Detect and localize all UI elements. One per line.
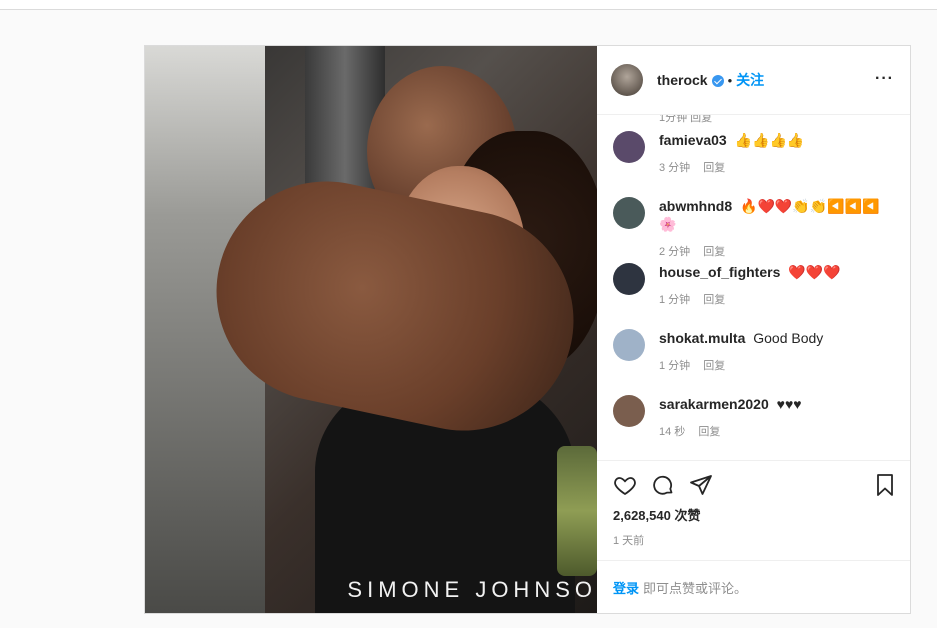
comment-text: ♥♥♥ xyxy=(776,396,802,412)
post-photo[interactable]: SIMONE JOHNSO xyxy=(145,46,597,613)
comment-avatar[interactable] xyxy=(613,329,645,361)
comment-item: shokat.multa Good Body 1 分钟 回复 xyxy=(613,329,894,379)
comment-age: 3 分钟 xyxy=(659,162,691,174)
post-card: SIMONE JOHNSO therock • 关注 ··· 1分钟 回复 fa… xyxy=(144,45,911,614)
comment-avatar[interactable] xyxy=(613,263,645,295)
comment-icon[interactable] xyxy=(651,473,675,497)
login-prompt: 登录 即可点赞或评论。 xyxy=(597,560,910,613)
follow-button[interactable]: 关注 xyxy=(736,70,764,90)
post-actions: 2,628,540 次赞 1 天前 xyxy=(597,460,910,560)
comment-item: sarakarmen2020 ♥♥♥ 14 秒 回复 xyxy=(613,395,894,445)
comment-age: 1 分钟 xyxy=(659,360,691,372)
comment-text: Good Body xyxy=(753,330,824,346)
photo-caption: SIMONE JOHNSO xyxy=(347,577,597,602)
login-link[interactable]: 登录 xyxy=(613,578,639,597)
post-header: therock • 关注 ··· xyxy=(597,46,910,115)
comment-age: 2 分钟 xyxy=(659,246,691,258)
comment-item: abwmhnd8 🔥❤️❤️👏👏◀️◀️◀️🌸 2 分钟 回复 xyxy=(613,197,894,258)
comment-text: ❤️❤️❤️ xyxy=(788,264,841,280)
owner-username[interactable]: therock xyxy=(657,72,708,88)
reply-button[interactable]: 回复 xyxy=(703,162,725,174)
bookmark-icon[interactable] xyxy=(874,473,896,497)
post-side-panel: therock • 关注 ··· 1分钟 回复 famieva03 👍👍👍👍 3… xyxy=(597,46,910,613)
comment-username[interactable]: sarakarmen2020 xyxy=(659,396,769,412)
separator-dot: • xyxy=(727,72,733,88)
comment-avatar[interactable] xyxy=(613,197,645,229)
comment-text: 👍👍👍👍 xyxy=(734,132,805,148)
likes-count[interactable]: 2,628,540 次赞 xyxy=(613,505,894,524)
comment-avatar[interactable] xyxy=(613,131,645,163)
comments-list[interactable]: 1分钟 回复 famieva03 👍👍👍👍 3 分钟 回复 abwmhnd8 🔥… xyxy=(597,115,910,460)
comment-username[interactable]: shokat.multa xyxy=(659,330,745,346)
post-time: 1 天前 xyxy=(613,535,645,547)
more-icon[interactable]: ··· xyxy=(875,70,894,88)
reply-button[interactable]: 回复 xyxy=(703,294,725,306)
comment-age: 14 秒 xyxy=(659,426,686,438)
comment-age: 1 分钟 xyxy=(659,294,691,306)
reply-button[interactable]: 回复 xyxy=(703,360,725,372)
comment-item: famieva03 👍👍👍👍 3 分钟 回复 xyxy=(613,131,894,181)
top-bar xyxy=(0,0,937,10)
cut-comment-meta: 1分钟 回复 xyxy=(659,115,713,124)
reply-button[interactable]: 回复 xyxy=(698,426,720,438)
photo-bottle xyxy=(557,446,597,576)
comment-item: house_of_fighters ❤️❤️❤️ 1 分钟 回复 xyxy=(613,263,894,313)
heart-icon[interactable] xyxy=(613,473,637,497)
verified-icon xyxy=(711,75,724,87)
comment-username[interactable]: famieva03 xyxy=(659,132,727,148)
owner-avatar[interactable] xyxy=(611,64,643,96)
share-icon[interactable] xyxy=(689,473,713,497)
comment-username[interactable]: abwmhnd8 xyxy=(659,198,732,214)
login-text: 即可点赞或评论。 xyxy=(643,580,748,596)
comment-avatar[interactable] xyxy=(613,395,645,427)
comment-username[interactable]: house_of_fighters xyxy=(659,264,780,280)
reply-button[interactable]: 回复 xyxy=(703,246,725,258)
